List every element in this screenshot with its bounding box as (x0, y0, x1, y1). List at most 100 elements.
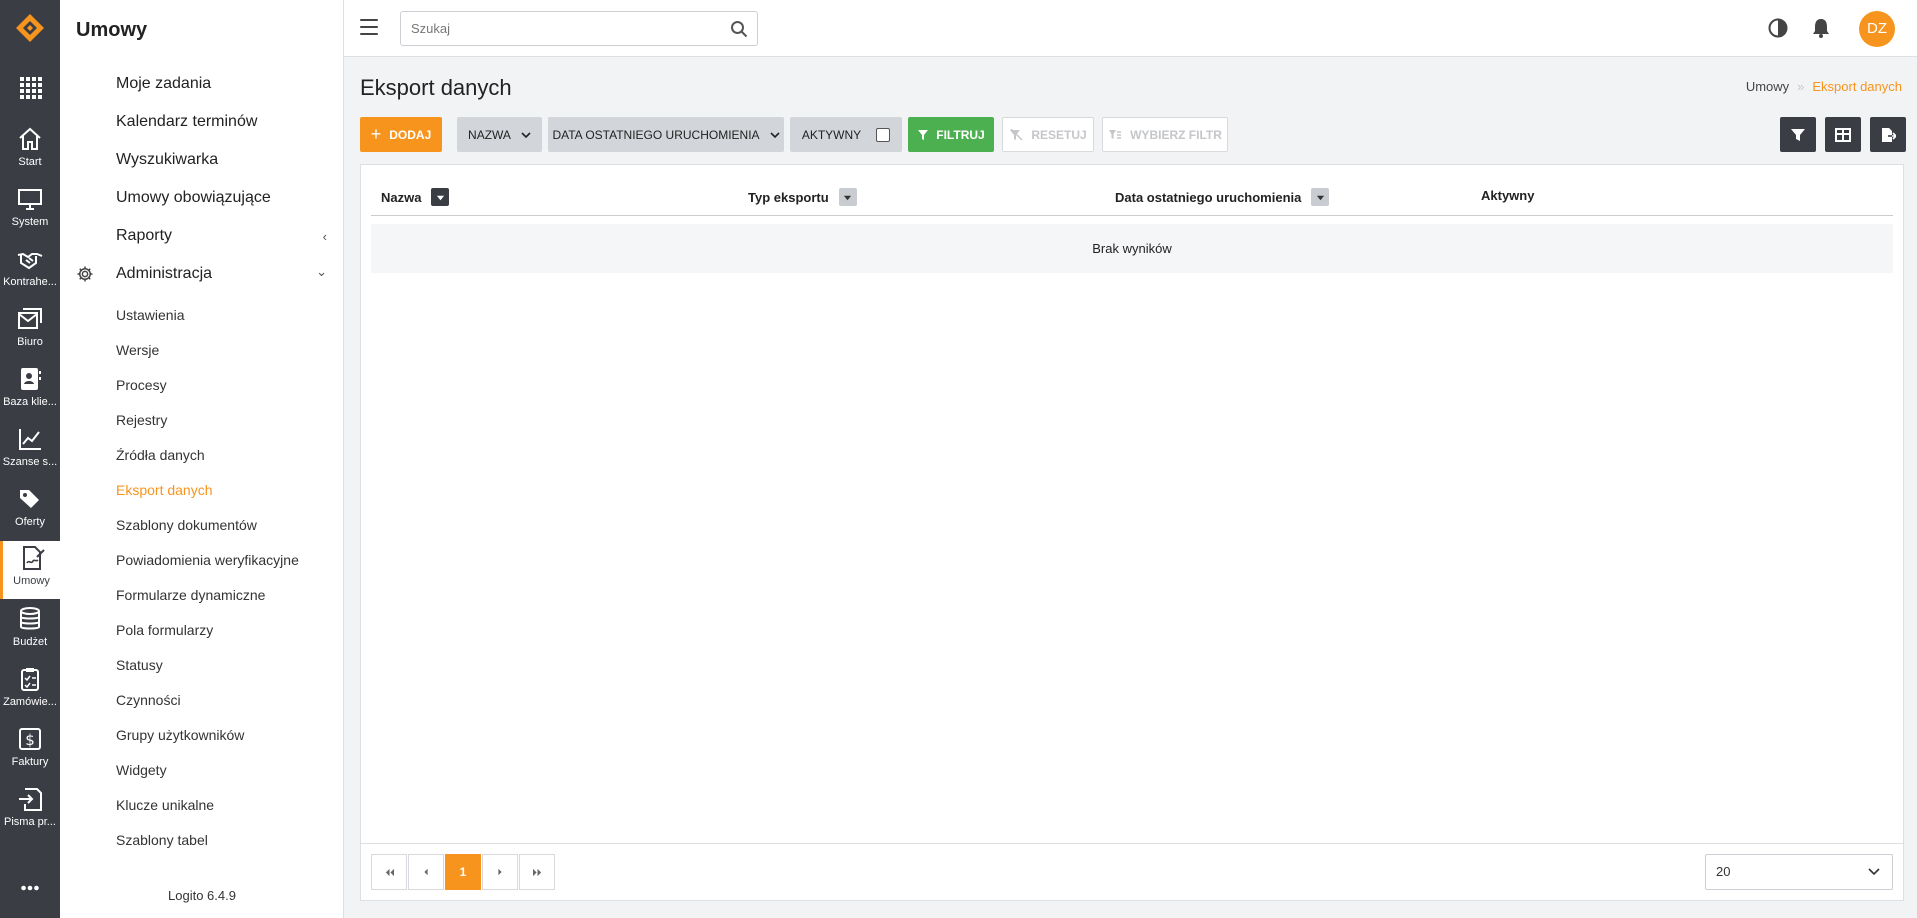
module-title: Umowy (76, 19, 148, 41)
svg-text:$: $ (25, 731, 35, 749)
bell-icon[interactable] (1810, 17, 1832, 39)
rail-label: Budżet (12, 636, 48, 648)
top-bar: DZ (344, 0, 1917, 57)
rail-item-system[interactable]: System (0, 182, 60, 238)
chevron-left-icon (424, 868, 428, 876)
double-chevron-left-icon (385, 868, 394, 876)
column-header-typ-eksportu: Typ eksportu (748, 188, 857, 206)
rail-label: Pisma pr... (4, 816, 56, 828)
submenu-item-widgety[interactable]: Widgety (116, 762, 167, 778)
apps-grid-icon[interactable] (0, 70, 60, 104)
home-icon (19, 127, 41, 150)
submenu-item-klucze[interactable]: Klucze unikalne (116, 797, 214, 813)
rail-item-start[interactable]: Start (0, 122, 60, 178)
rail-item-kontrahenci[interactable]: Kontrahe... (0, 242, 60, 298)
file-export-icon (1882, 127, 1896, 142)
hamburger-menu-icon[interactable] (360, 19, 378, 35)
rail-label: Baza klie... (3, 396, 57, 408)
rail-item-baza-klientow[interactable]: Baza klie... (0, 362, 60, 418)
rail-label: Szanse s... (2, 456, 58, 468)
mail-icon (18, 308, 42, 329)
funnel-off-icon (1010, 128, 1023, 141)
menu-item-umowy-obowiazujace[interactable]: Umowy obowiązujące (116, 189, 271, 207)
rail-item-biuro[interactable]: Biuro (0, 302, 60, 358)
sort-desc-icon[interactable] (431, 188, 450, 206)
submenu-item-czynnosci[interactable]: Czynności (116, 692, 181, 708)
rail-label: Umowy (13, 575, 50, 587)
sort-icon[interactable] (838, 188, 857, 206)
dollar-icon: $ (19, 728, 41, 750)
menu-item-raporty[interactable]: Raporty (116, 227, 172, 245)
app-version: Logito 6.4.9 (168, 888, 236, 903)
menu-item-administracja[interactable]: Administracja (116, 265, 212, 283)
submenu-item-eksport-danych[interactable]: Eksport danych (116, 482, 213, 498)
rail-item-faktury[interactable]: $ Faktury (0, 722, 60, 778)
submenu-item-procesy[interactable]: Procesy (116, 377, 167, 393)
first-page-button[interactable] (371, 854, 407, 890)
rail-item-zamowienia[interactable]: Zamówie... (0, 662, 60, 718)
filter-button[interactable]: Filtruj (908, 117, 994, 152)
chevron-down-icon (1868, 868, 1880, 876)
submenu-item-szablony-dokumentow[interactable]: Szablony dokumentów (116, 517, 257, 533)
chevron-right-icon (498, 868, 502, 876)
icon-rail: Start System Kontrahe... Biuro Baza klie… (0, 0, 60, 918)
rail-item-pisma[interactable]: Pisma pr... (0, 782, 60, 838)
prev-page-button[interactable] (408, 854, 444, 890)
sort-icon[interactable] (1311, 188, 1330, 206)
submenu-item-pola-formularzy[interactable]: Pola formularzy (116, 622, 213, 638)
plus-icon: + (370, 124, 382, 144)
filter-settings-button[interactable] (1780, 117, 1816, 152)
submenu-item-formularze[interactable]: Formularze dynamiczne (116, 587, 265, 603)
rail-label: Oferty (15, 516, 45, 528)
reset-button[interactable]: Resetuj (1002, 117, 1094, 152)
chevron-left-icon[interactable]: ‹ (323, 229, 327, 244)
submenu-item-zrodla-danych[interactable]: Źródła danych (116, 447, 205, 463)
breadcrumb-link-umowy[interactable]: Umowy (1746, 79, 1789, 94)
last-page-button[interactable] (519, 854, 555, 890)
submenu-item-statusy[interactable]: Statusy (116, 657, 163, 673)
logito-logo[interactable] (14, 12, 46, 44)
more-icon[interactable] (0, 876, 60, 900)
active-checkbox[interactable] (876, 127, 891, 142)
submenu-item-ustawienia[interactable]: Ustawienia (116, 307, 184, 323)
search-icon[interactable] (730, 20, 748, 38)
page-size-select[interactable]: 20 (1705, 854, 1893, 890)
rail-label: Faktury (11, 756, 49, 768)
funnel-settings-icon (1791, 128, 1805, 141)
next-page-button[interactable] (482, 854, 518, 890)
filter-list-icon (1109, 129, 1122, 139)
menu-item-moje-zadania[interactable]: Moje zadania (116, 75, 211, 93)
chevron-down-icon (521, 131, 531, 138)
user-avatar[interactable]: DZ (1859, 11, 1895, 47)
rail-item-umowy[interactable]: Umowy (0, 541, 60, 599)
choose-filter-button[interactable]: Wybierz filtr (1102, 117, 1228, 152)
rail-item-budzet[interactable]: Budżet (0, 602, 60, 658)
export-button[interactable] (1870, 117, 1906, 152)
filter-name-dropdown[interactable]: Nazwa (457, 117, 542, 152)
column-header-nazwa: Nazwa (381, 188, 450, 206)
table-footer: 1 20 (361, 843, 1903, 900)
search-input[interactable] (401, 12, 721, 45)
tags-icon (20, 490, 39, 508)
add-button[interactable]: + Dodaj (360, 117, 442, 152)
double-chevron-right-icon (532, 868, 541, 876)
data-table: Nazwa Typ eksportu Data ostatniego uruch… (360, 164, 1904, 901)
rail-label: Kontrahe... (3, 276, 57, 288)
submenu-item-powiadomienia[interactable]: Powiadomienia weryfikacyjne (116, 552, 299, 568)
submenu-item-grupy[interactable]: Grupy użytkowników (116, 727, 244, 743)
table-view-button[interactable] (1825, 117, 1861, 152)
chevron-down-icon[interactable]: ⌄ (316, 264, 327, 280)
page-button-current[interactable]: 1 (445, 854, 481, 890)
submenu-item-rejestry[interactable]: Rejestry (116, 412, 167, 428)
rail-item-szanse[interactable]: Szanse s... (0, 422, 60, 478)
filter-date-dropdown[interactable]: Data ostatniego uruchomienia (548, 117, 784, 152)
rail-item-oferty[interactable]: Oferty (0, 482, 60, 538)
menu-item-kalendarz[interactable]: Kalendarz terminów (116, 113, 257, 131)
breadcrumb-current: Eksport danych (1812, 79, 1902, 94)
chevron-down-icon (769, 131, 780, 138)
filter-active-toggle[interactable]: Aktywny (790, 117, 902, 152)
submenu-item-wersje[interactable]: Wersje (116, 342, 159, 358)
contrast-toggle-icon[interactable] (1767, 17, 1789, 39)
submenu-item-szablony-tabel[interactable]: Szablony tabel (116, 832, 208, 848)
menu-item-wyszukiwarka[interactable]: Wyszukiwarka (116, 151, 218, 169)
